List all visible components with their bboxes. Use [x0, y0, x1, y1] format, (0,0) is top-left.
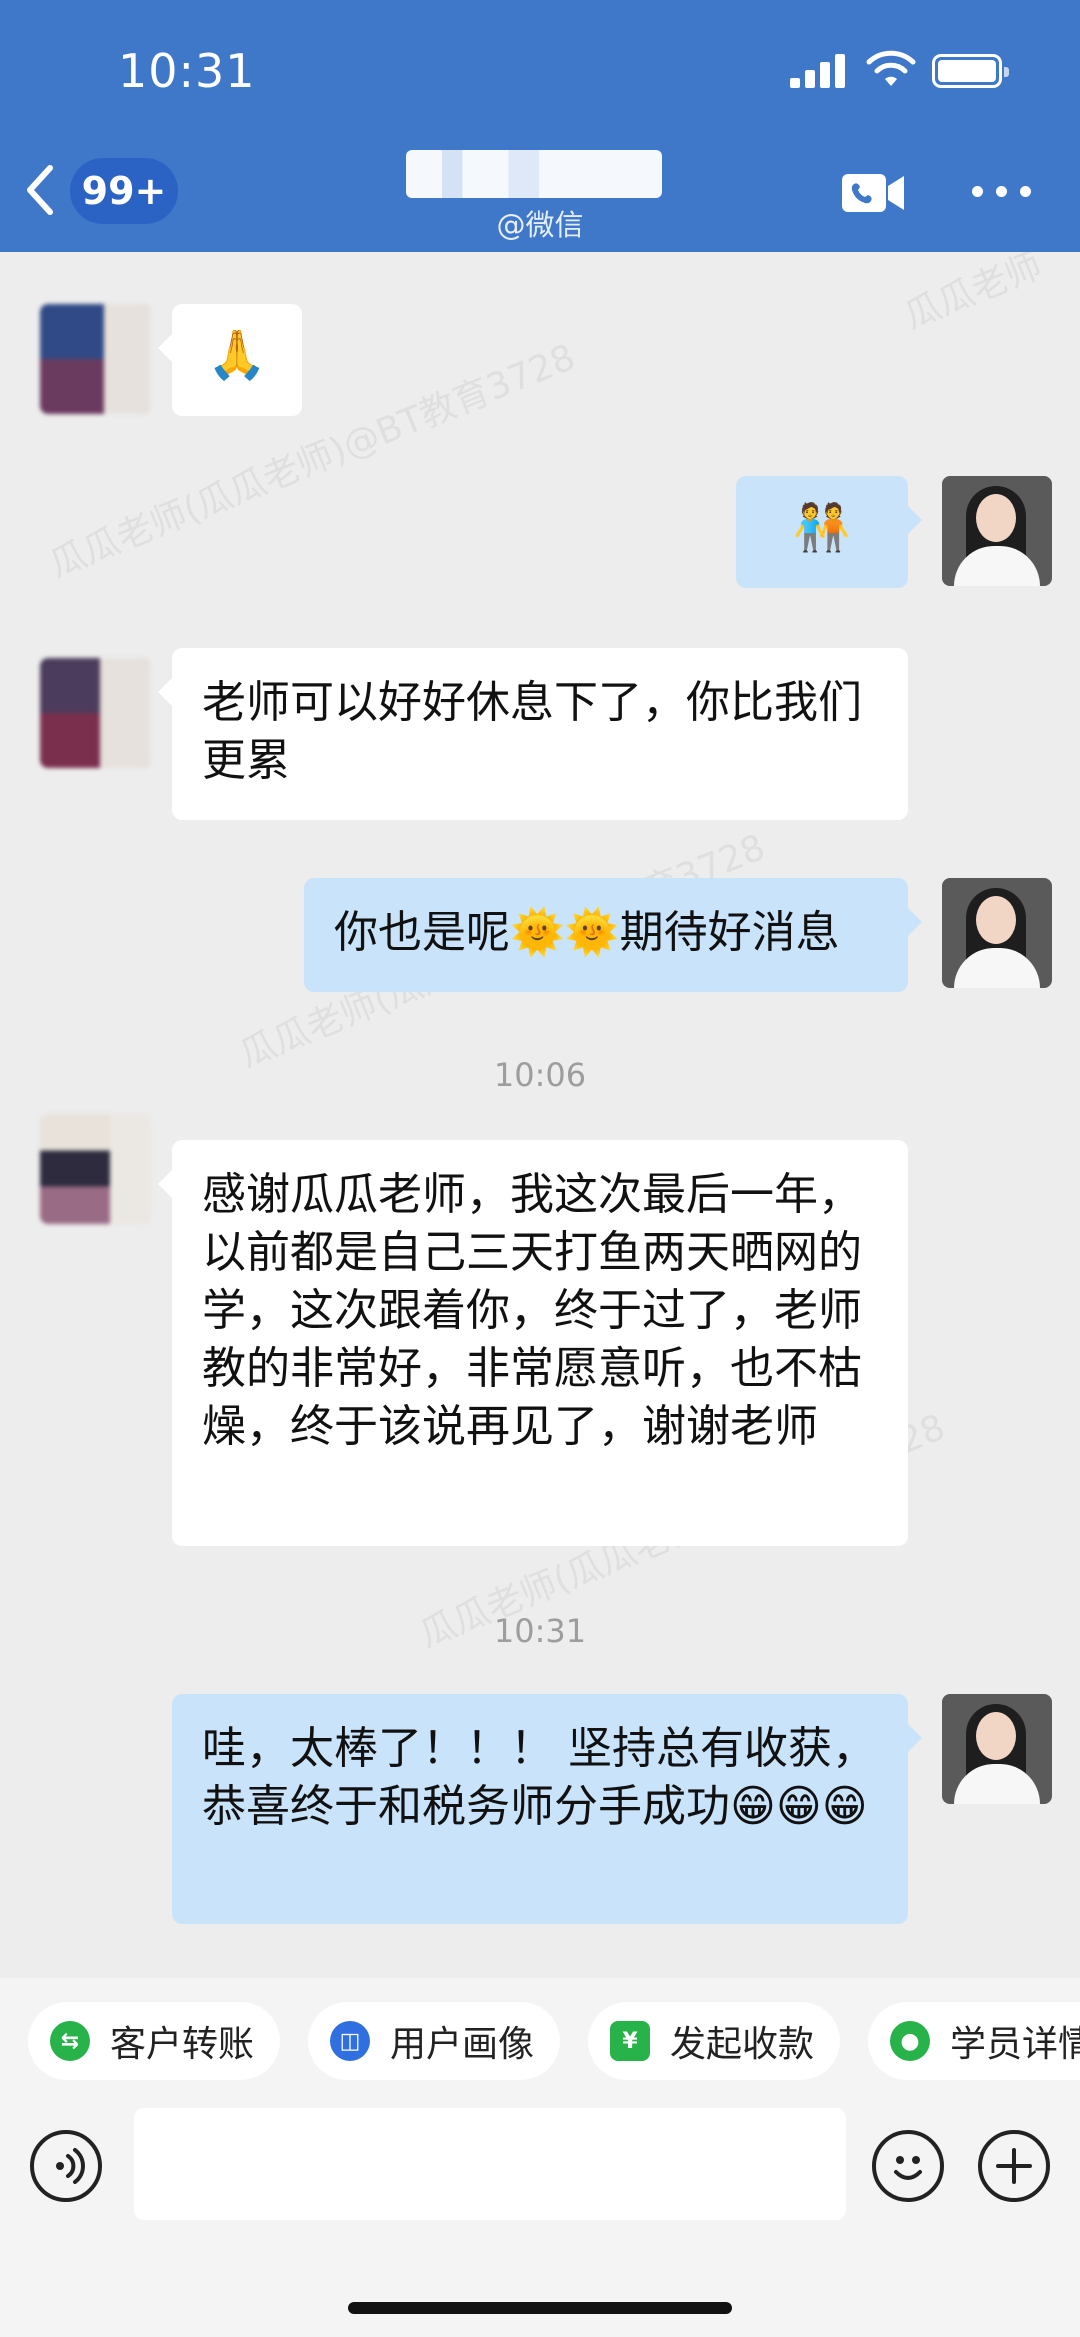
- battery-icon: [932, 54, 1009, 88]
- teacher-avatar[interactable]: [942, 878, 1052, 988]
- status-time: 10:31: [118, 44, 256, 98]
- collect-payment-icon: ¥: [610, 2021, 650, 2061]
- quick-action-student-details[interactable]: ● 学员详情: [868, 2002, 1080, 2080]
- teacher-avatar[interactable]: [942, 1694, 1052, 1804]
- quick-action-collect-payment[interactable]: ¥ 发起收款: [588, 2002, 841, 2080]
- message-bubble-outgoing[interactable]: 你也是呢🌞🌞期待好消息: [304, 878, 922, 992]
- contact-name-redacted: [406, 150, 662, 198]
- chip-label: 学员详情: [950, 2024, 1080, 2065]
- header: 10:31 99+ @微信: [0, 0, 1080, 252]
- quick-action-customer-transfer[interactable]: ⇆ 客户转账: [28, 2002, 281, 2080]
- message-bubble-incoming[interactable]: 🙏: [158, 304, 302, 416]
- message-text: 🧑‍🤝‍🧑: [793, 500, 851, 554]
- message-timestamp: 10:31: [493, 1612, 587, 1650]
- quick-actions-bar: ⇆ 客户转账 ◫ 用户画像 ¥ 发起收款 ● 学员详情: [0, 1978, 1080, 2108]
- chip-label: 用户画像: [390, 2024, 535, 2065]
- contact-avatar[interactable]: [40, 304, 150, 414]
- message-input[interactable]: [134, 2108, 846, 2220]
- message-bubble-outgoing[interactable]: 哇，太棒了！！！ 坚持总有收获，恭喜终于和税务师分手成功😁😁😁: [172, 1694, 922, 1924]
- watermark: 瓜瓜老师: [898, 252, 1048, 338]
- message-bubble-outgoing[interactable]: 🧑‍🤝‍🧑: [736, 476, 922, 588]
- contact-avatar[interactable]: [40, 1114, 150, 1224]
- wifi-icon: [866, 50, 916, 86]
- profile-icon: ◫: [330, 2021, 370, 2061]
- message-text: 🙏: [207, 327, 267, 383]
- emoji-icon[interactable]: [872, 2130, 944, 2202]
- message-text: 哇，太棒了！！！ 坚持总有收获，恭喜终于和税务师分手成功😁😁😁: [202, 1723, 876, 1832]
- message-text: 感谢瓜瓜老师，我这次最后一年，以前都是自己三天打鱼两天晒网的学，这次跟着你，终于…: [202, 1169, 862, 1452]
- home-indicator: [348, 2302, 732, 2314]
- student-details-icon: ●: [890, 2021, 930, 2061]
- message-bubble-incoming[interactable]: 感谢瓜瓜老师，我这次最后一年，以前都是自己三天打鱼两天晒网的学，这次跟着你，终于…: [158, 1140, 908, 1546]
- chip-label: 客户转账: [110, 2024, 255, 2065]
- quick-action-user-profile[interactable]: ◫ 用户画像: [308, 2002, 561, 2080]
- chip-label: 发起收款: [670, 2024, 815, 2065]
- message-text: 你也是呢🌞🌞期待好消息: [334, 907, 840, 958]
- more-dots-icon[interactable]: [972, 180, 1032, 204]
- chat-screen: 10:31 99+ @微信 瓜瓜老师(瓜瓜老师)@BT教育3728 瓜瓜老师 🙏…: [0, 0, 1080, 2337]
- transfer-icon: ⇆: [50, 2021, 90, 2061]
- chat-area[interactable]: 瓜瓜老师(瓜瓜老师)@BT教育3728 瓜瓜老师 瓜瓜老师(瓜瓜老师)@BT教育…: [0, 252, 1080, 1978]
- voice-input-icon[interactable]: [30, 2130, 102, 2202]
- signal-icon: [790, 52, 846, 88]
- message-bubble-incoming[interactable]: 老师可以好好休息下了，你比我们更累: [158, 648, 908, 820]
- message-text: 老师可以好好休息下了，你比我们更累: [202, 677, 862, 786]
- teacher-avatar[interactable]: [942, 476, 1052, 586]
- plus-icon[interactable]: [978, 2130, 1050, 2202]
- video-call-icon[interactable]: [840, 170, 906, 216]
- message-timestamp: 10:06: [493, 1056, 587, 1094]
- contact-source: @微信: [496, 208, 584, 242]
- input-bar: [0, 2108, 1080, 2337]
- contact-avatar[interactable]: [40, 658, 150, 768]
